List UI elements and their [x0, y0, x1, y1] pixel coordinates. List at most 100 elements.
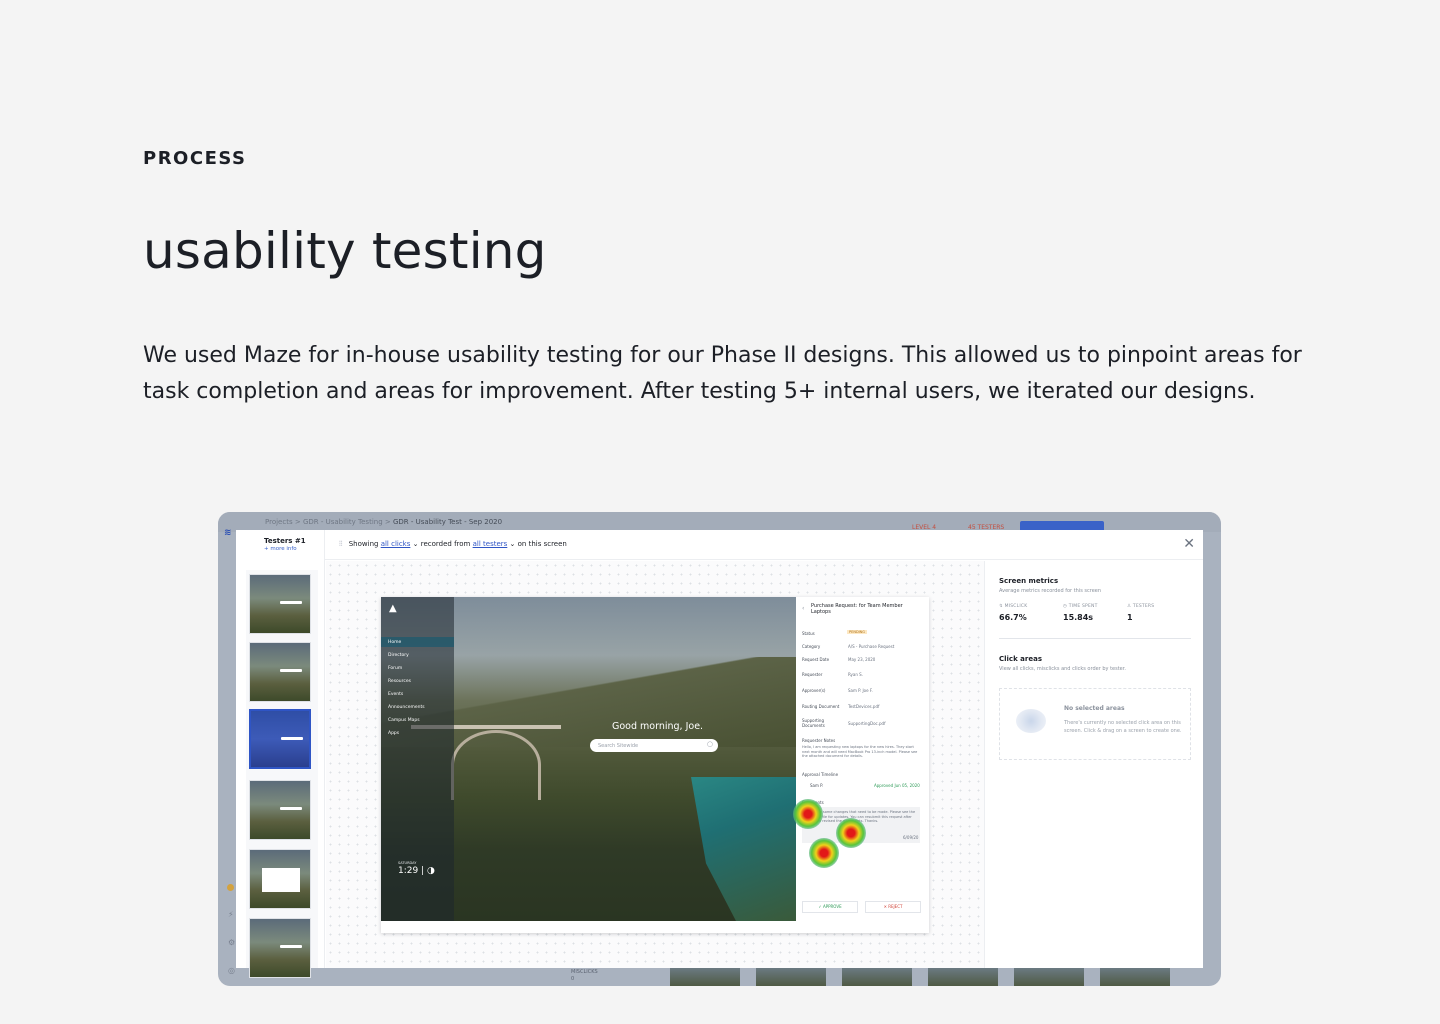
nav-item: Directory — [388, 653, 409, 658]
heatmap-canvas[interactable]: ▲ Home Directory Forum Resources Events … — [326, 561, 984, 968]
detail-value: Ryan S. — [848, 672, 863, 677]
metrics-title: Screen metrics — [999, 577, 1059, 585]
click-areas-empty-state: No selected areas There's currently no s… — [999, 688, 1191, 760]
help-icon: ◎ — [228, 966, 235, 975]
detail-label: Requester — [802, 672, 823, 677]
detail-label: Supporting Documents — [802, 718, 825, 728]
heatmap-blob-icon — [1016, 709, 1046, 733]
prototype-search-input: Search Sitewide ○ — [590, 739, 718, 752]
misclick-value: 66.7% — [999, 613, 1027, 622]
detail-value: Sam P. Joe F. — [848, 688, 873, 693]
close-icon[interactable]: ✕ — [1183, 536, 1195, 552]
testers-value: 1 — [1127, 613, 1133, 622]
approve-button: ✓ APPROVE — [802, 901, 858, 913]
heatmap-hotspot — [793, 799, 823, 829]
detail-label: Routing Document — [802, 704, 840, 709]
lightning-icon: ⚡ — [228, 910, 234, 919]
misclick-label: ↯ MISCLICK — [999, 604, 1028, 609]
screen-thumbnail[interactable] — [249, 780, 311, 840]
detail-value: May 23, 2020 — [848, 657, 876, 662]
empty-state-text: There's currently no selected click area… — [1064, 720, 1182, 734]
reject-button: ✕ REJECT — [865, 901, 921, 913]
chevron-down-icon[interactable]: ⌄ — [413, 540, 419, 548]
maze-logo-icon: ≋ — [224, 528, 232, 538]
detail-label: Request Date — [802, 657, 830, 662]
timeline-person: Sam P. — [810, 783, 824, 788]
background-thumbnail — [1100, 968, 1170, 986]
breadcrumb-item: GDR - Usability Testing — [302, 518, 383, 526]
maze-screenshot: ≋ Projects > GDR - Usability Testing > G… — [218, 512, 1221, 986]
nav-item: Home — [388, 640, 402, 645]
nav-item: Events — [388, 692, 404, 697]
notes-label: Requester Notes — [802, 738, 836, 743]
clock-caption: SATURDAY — [398, 861, 417, 865]
sliders-icon: ⫶⫶ — [339, 540, 343, 548]
timeline-label: Approval Timeline — [802, 772, 839, 777]
detail-label: Status — [802, 631, 815, 636]
back-icon: ‹ — [802, 605, 805, 612]
screen-thumbnail[interactable] — [249, 918, 311, 978]
search-icon: ○ — [706, 740, 713, 748]
background-misclicks: MISCLICKS 0 — [571, 969, 598, 982]
background-thumbnail — [670, 968, 740, 986]
click-areas-title: Click areas — [999, 655, 1042, 663]
greeting-text: Good morning, Joe. — [612, 721, 704, 732]
background-thumbnail — [928, 968, 998, 986]
nav-item: Announcements — [388, 705, 425, 710]
section-label: PROCESS — [143, 148, 247, 169]
more-info-link[interactable]: + more info — [264, 546, 297, 552]
heatmap-hotspot — [809, 838, 839, 868]
heatmap-toolbar: ⫶⫶ Showing all clicks ⌄ recorded from al… — [325, 530, 1203, 560]
detail-label: Approver(s) — [802, 688, 826, 693]
mountain-logo-icon: ▲ — [389, 603, 397, 614]
divider — [999, 638, 1191, 639]
background-thumbnail — [756, 968, 826, 986]
settings-icon: ⚙ — [228, 938, 236, 947]
nav-item: Campus Maps — [388, 718, 420, 723]
screens-sidebar: Testers #1 + more info — [236, 530, 325, 978]
metrics-subtitle: Average metrics recorded for this screen — [999, 588, 1102, 594]
timeline-status: Approved Jun 05, 2020 — [874, 783, 920, 788]
intro-paragraph: We used Maze for in-house usability test… — [143, 343, 1302, 404]
time-spent-label: ◷ TIME SPENT — [1063, 604, 1098, 609]
heatmap-modal: Testers #1 + more info ⫶⫶ Showing all cl… — [236, 530, 1203, 978]
testers-label: ♙ TESTERS — [1127, 604, 1155, 609]
empty-state-title: No selected areas — [1064, 705, 1125, 712]
status-badge: PENDING — [847, 630, 867, 634]
chevron-down-icon[interactable]: ⌄ — [510, 540, 516, 548]
screen-thumbnail[interactable] — [249, 574, 311, 634]
nav-item: Forum — [388, 666, 403, 671]
screen-thumbnail-list[interactable] — [246, 570, 318, 978]
tester-title[interactable]: Testers #1 — [264, 537, 306, 545]
screen-thumbnail[interactable] — [249, 642, 311, 702]
breadcrumb-item: Projects — [265, 518, 293, 526]
comment-date: 6/09/20 — [903, 835, 919, 840]
time-spent-value: 15.84s — [1063, 613, 1094, 622]
nav-item: Apps — [388, 731, 400, 736]
request-heading: Purchase Request: for Team Member Laptop… — [811, 603, 903, 615]
screen-thumbnail-selected[interactable] — [249, 709, 311, 769]
filter-sentence: ⫶⫶ Showing all clicks ⌄ recorded from al… — [339, 540, 567, 548]
background-thumbnail — [1014, 968, 1084, 986]
background-thumbnail — [842, 968, 912, 986]
nav-item: Resources — [388, 679, 411, 684]
clicks-filter-dropdown[interactable]: all clicks — [381, 540, 411, 548]
heatmap-hotspot — [836, 818, 866, 848]
prototype-screen: ▲ Home Directory Forum Resources Events … — [381, 597, 929, 933]
detail-value: SupportingDoc.pdf — [848, 721, 886, 726]
screen-thumbnail[interactable] — [249, 849, 311, 909]
clock-text: 1:29 | ◑ — [398, 866, 435, 876]
request-detail-panel: ‹ Purchase Request: for Team Member Lapt… — [796, 597, 929, 933]
breadcrumb-item: GDR - Usability Test - Sep 2020 — [392, 518, 503, 526]
screen-metrics-panel: Screen metrics Average metrics recorded … — [984, 561, 1203, 968]
landing-background-photo: ▲ Home Directory Forum Resources Events … — [381, 597, 796, 921]
page-title: usability testing — [143, 222, 547, 280]
detail-label: Category — [802, 644, 821, 649]
detail-value: TestDevices.pdf — [848, 704, 880, 709]
detail-value: A/S - Purchase Request — [848, 644, 895, 649]
background-breadcrumb: Projects > GDR - Usability Testing > GDR… — [265, 518, 503, 526]
status-dot-icon — [227, 884, 234, 891]
requester-notes: Hello, I am requesting new laptops for t… — [802, 745, 918, 758]
testers-filter-dropdown[interactable]: all testers — [473, 540, 508, 548]
click-areas-subtitle: View all clicks, misclicks and clicks or… — [999, 666, 1126, 672]
